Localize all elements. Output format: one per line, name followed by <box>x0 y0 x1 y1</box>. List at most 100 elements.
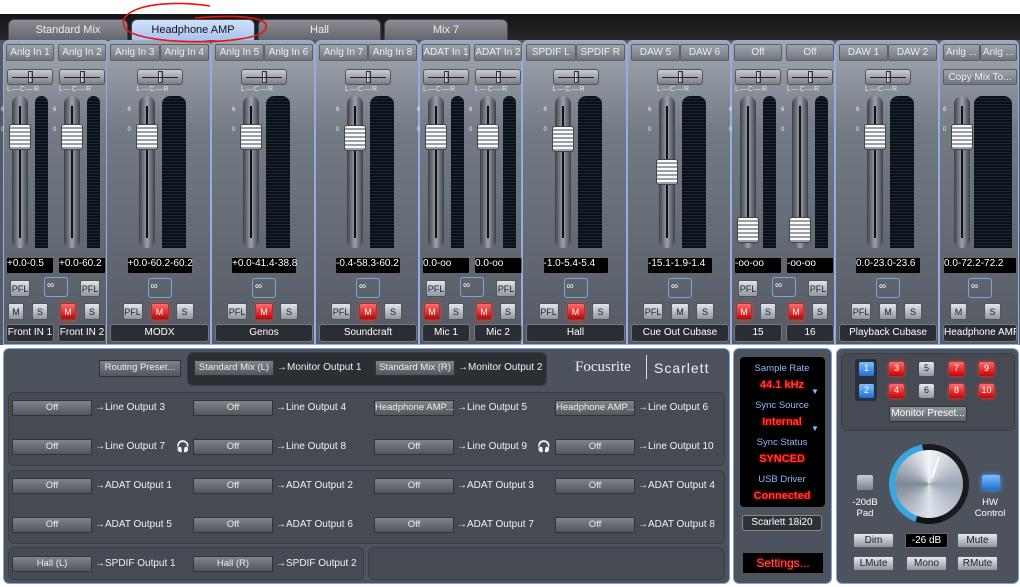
channel-fader-knob[interactable] <box>864 124 886 150</box>
rmute-button[interactable]: RMute <box>957 556 998 571</box>
solo-button[interactable]: S <box>984 303 1001 320</box>
channel-fader-knob[interactable] <box>344 125 366 151</box>
tab-hall[interactable]: Hall <box>258 19 381 41</box>
monitor-output-button-2[interactable]: 2 <box>859 384 874 398</box>
pfl-button[interactable]: PFL <box>10 280 30 297</box>
input-select-button[interactable]: DAW 1 <box>839 44 888 61</box>
pan-handle[interactable] <box>496 71 501 83</box>
monitor-preset-button[interactable]: Monitor Preset... <box>889 406 967 422</box>
channel-fader[interactable] <box>135 96 158 248</box>
pan-handle[interactable] <box>573 71 579 83</box>
monitor-output-button-4[interactable]: 4 <box>889 384 904 398</box>
pan-slider[interactable] <box>552 69 599 85</box>
solo-button[interactable]: S <box>500 303 516 320</box>
stereo-link-button[interactable]: ∞ <box>876 278 900 298</box>
pan-handle[interactable] <box>157 71 163 83</box>
channel-fader[interactable] <box>951 96 973 248</box>
monitor-output-button-7[interactable]: 7 <box>949 362 964 376</box>
pan-slider[interactable] <box>735 69 781 85</box>
mute-button[interactable]: M <box>788 303 804 320</box>
pfl-button[interactable]: PFL <box>227 303 247 320</box>
tab-headphone-amp[interactable]: Headphone AMP <box>131 19 255 41</box>
input-select-button[interactable]: Anlg In 7 <box>319 44 368 61</box>
channel-fader-knob[interactable] <box>9 124 31 150</box>
mute-button[interactable]: Mute <box>957 533 998 548</box>
pfl-button[interactable]: PFL <box>738 280 758 297</box>
output-source-select[interactable]: Headphone AMP... <box>374 400 454 416</box>
mute-button[interactable]: M <box>255 303 273 320</box>
input-select-button[interactable]: DAW 2 <box>888 44 937 61</box>
output-source-select[interactable]: Hall (L) <box>12 556 92 572</box>
channel-fader-knob[interactable] <box>240 124 262 150</box>
output-source-select[interactable]: Off <box>555 439 635 455</box>
sync-source-dropdown-icon[interactable]: ▼ <box>811 424 819 433</box>
channel-fader-knob[interactable] <box>789 217 811 243</box>
monitor-output-2-source[interactable]: Standard Mix (R) <box>375 360 455 376</box>
sync-source-value[interactable]: Internal <box>742 416 822 428</box>
mute-button[interactable]: M <box>60 303 76 320</box>
pan-slider[interactable] <box>241 69 287 85</box>
hw-control-toggle[interactable] <box>982 475 1000 490</box>
pfl-button[interactable]: PFL <box>808 280 828 297</box>
pan-handle[interactable] <box>262 71 267 83</box>
stereo-link-button[interactable]: ∞ <box>356 278 380 298</box>
solo-button[interactable]: S <box>84 303 100 320</box>
input-select-button[interactable]: SPDIF R <box>575 44 625 61</box>
pfl-button[interactable]: PFL <box>426 280 446 297</box>
pan-handle[interactable] <box>366 71 371 83</box>
mute-button[interactable]: M <box>566 303 585 320</box>
mute-button[interactable]: M <box>736 303 752 320</box>
input-select-button[interactable]: Anlg ... <box>943 44 980 61</box>
channel-fader[interactable] <box>477 96 499 248</box>
mute-button[interactable]: M <box>671 303 689 320</box>
pan-handle[interactable] <box>80 71 85 83</box>
pfl-button[interactable]: PFL <box>122 303 143 320</box>
pfl-button[interactable]: PFL <box>80 280 100 297</box>
input-select-button[interactable]: Off <box>734 44 782 61</box>
solo-button[interactable]: S <box>696 303 714 320</box>
pan-handle[interactable] <box>886 71 891 83</box>
input-select-button[interactable]: Anlg In 8 <box>368 44 417 61</box>
mute-button[interactable]: M <box>950 303 967 320</box>
solo-button[interactable]: S <box>760 303 776 320</box>
stereo-link-button[interactable]: ∞ <box>460 277 484 297</box>
solo-button[interactable]: S <box>448 303 464 320</box>
mute-button[interactable]: M <box>424 303 440 320</box>
tab-standard-mix[interactable]: Standard Mix <box>8 19 128 41</box>
output-source-select[interactable]: Hall (R) <box>193 556 273 572</box>
pfl-button[interactable]: PFL <box>538 303 559 320</box>
output-source-select[interactable]: Off <box>193 517 273 533</box>
sample-rate-dropdown-icon[interactable]: ▼ <box>811 387 819 396</box>
output-source-select[interactable]: Off <box>12 439 92 455</box>
monitor-output-button-6[interactable]: 6 <box>919 384 934 398</box>
pfl-button[interactable]: PFL <box>851 303 871 320</box>
pfl-button[interactable]: PFL <box>331 303 351 320</box>
output-source-select[interactable]: Off <box>12 478 92 494</box>
pan-slider[interactable] <box>475 69 521 85</box>
channel-fader[interactable] <box>789 96 811 248</box>
monitor-output-button-9[interactable]: 9 <box>979 362 994 376</box>
input-select-button[interactable]: ADAT In 1 <box>422 44 470 61</box>
input-select-button[interactable]: Anlg ... <box>980 44 1017 61</box>
output-source-select[interactable]: Off <box>374 517 454 533</box>
pad-toggle[interactable] <box>857 475 873 490</box>
pan-slider[interactable] <box>787 69 833 85</box>
input-select-button[interactable]: Anlg In 5 <box>215 44 264 61</box>
pan-slider[interactable] <box>136 69 183 85</box>
output-source-select[interactable]: Off <box>193 400 273 416</box>
input-select-button[interactable]: SPDIF L <box>526 44 576 61</box>
output-source-select[interactable]: Off <box>374 439 454 455</box>
channel-fader[interactable] <box>864 96 886 248</box>
mute-button[interactable]: M <box>150 303 169 320</box>
mute-button[interactable]: M <box>359 303 377 320</box>
solo-button[interactable]: S <box>812 303 828 320</box>
channel-fader[interactable] <box>240 96 262 248</box>
output-source-select[interactable]: Off <box>555 478 635 494</box>
output-source-select[interactable]: Off <box>193 439 273 455</box>
monitor-output-button-1[interactable]: 1 <box>859 362 874 376</box>
input-select-button[interactable]: ADAT In 2 <box>474 44 522 61</box>
pan-handle[interactable] <box>28 71 33 83</box>
stereo-link-button[interactable]: ∞ <box>563 278 588 298</box>
solo-button[interactable]: S <box>904 303 922 320</box>
solo-button[interactable]: S <box>591 303 610 320</box>
